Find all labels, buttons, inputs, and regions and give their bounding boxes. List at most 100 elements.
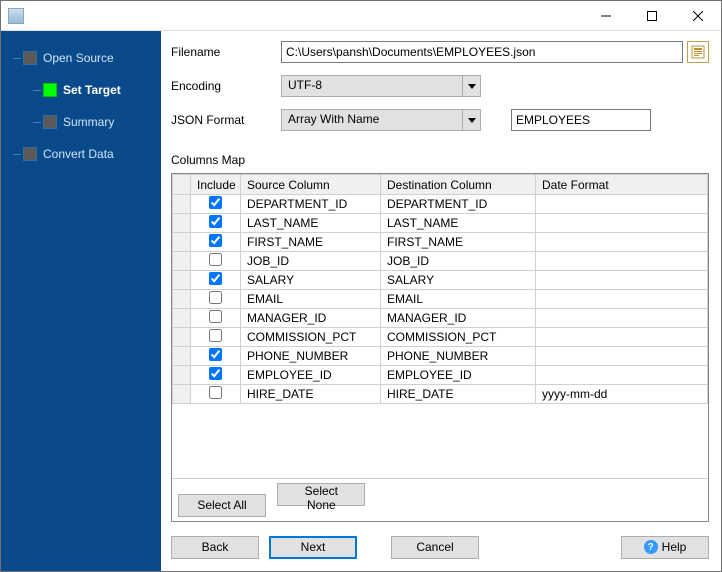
datefmt-cell[interactable]: yyyy-mm-dd <box>536 385 708 404</box>
help-label: Help <box>662 540 687 554</box>
include-checkbox[interactable] <box>209 234 222 247</box>
encoding-label: Encoding <box>171 79 281 93</box>
sidebar-item[interactable]: Set Target <box>13 77 161 103</box>
dest-cell[interactable]: HIRE_DATE <box>381 385 536 404</box>
sidebar-item[interactable]: Open Source <box>13 45 161 71</box>
row-selector[interactable] <box>173 252 191 271</box>
select-none-button[interactable]: Select None <box>277 483 365 506</box>
dest-cell[interactable]: JOB_ID <box>381 252 536 271</box>
sidebar-item-label: Set Target <box>63 83 121 97</box>
step-box-icon <box>43 83 57 97</box>
source-cell[interactable]: HIRE_DATE <box>241 385 381 404</box>
include-checkbox[interactable] <box>209 291 222 304</box>
include-checkbox[interactable] <box>209 272 222 285</box>
dest-cell[interactable]: PHONE_NUMBER <box>381 347 536 366</box>
table-row: HIRE_DATEHIRE_DATEyyyy-mm-dd <box>173 385 708 404</box>
chevron-down-icon <box>462 76 480 96</box>
row-selector[interactable] <box>173 347 191 366</box>
row-selector[interactable] <box>173 214 191 233</box>
source-cell[interactable]: FIRST_NAME <box>241 233 381 252</box>
browse-button[interactable] <box>687 41 709 63</box>
row-selector[interactable] <box>173 233 191 252</box>
wizard-step-sidebar: Open Source Set Target Summary Convert Data <box>1 31 161 571</box>
dest-cell[interactable]: COMMISSION_PCT <box>381 328 536 347</box>
row-selector[interactable] <box>173 385 191 404</box>
help-button[interactable]: ? Help <box>621 536 709 559</box>
main-panel: Filename Encoding UTF-8 JSON Format Arra… <box>161 31 721 571</box>
datefmt-cell[interactable] <box>536 328 708 347</box>
table-row: MANAGER_IDMANAGER_ID <box>173 309 708 328</box>
include-checkbox[interactable] <box>209 196 222 209</box>
encoding-select[interactable]: UTF-8 <box>281 75 481 97</box>
source-cell[interactable]: SALARY <box>241 271 381 290</box>
include-header[interactable]: Include <box>191 175 241 195</box>
datefmt-cell[interactable] <box>536 271 708 290</box>
table-row: DEPARTMENT_IDDEPARTMENT_ID <box>173 195 708 214</box>
browse-icon <box>691 45 705 59</box>
source-cell[interactable]: PHONE_NUMBER <box>241 347 381 366</box>
table-row: JOB_IDJOB_ID <box>173 252 708 271</box>
cancel-button[interactable]: Cancel <box>391 536 479 559</box>
sidebar-item[interactable]: Convert Data <box>13 141 161 167</box>
table-row: SALARYSALARY <box>173 271 708 290</box>
dest-cell[interactable]: FIRST_NAME <box>381 233 536 252</box>
include-checkbox[interactable] <box>209 367 222 380</box>
source-cell[interactable]: COMMISSION_PCT <box>241 328 381 347</box>
include-checkbox[interactable] <box>209 329 222 342</box>
source-cell[interactable]: EMAIL <box>241 290 381 309</box>
include-checkbox[interactable] <box>209 310 222 323</box>
close-button[interactable] <box>675 1 721 31</box>
sidebar-item[interactable]: Summary <box>13 109 161 135</box>
row-selector[interactable] <box>173 328 191 347</box>
datefmt-cell[interactable] <box>536 214 708 233</box>
row-selector[interactable] <box>173 271 191 290</box>
dest-cell[interactable]: LAST_NAME <box>381 214 536 233</box>
source-header[interactable]: Source Column <box>241 175 381 195</box>
json-format-label: JSON Format <box>171 113 281 127</box>
dest-cell[interactable]: DEPARTMENT_ID <box>381 195 536 214</box>
datefmt-cell[interactable] <box>536 195 708 214</box>
sidebar-item-label: Open Source <box>43 51 114 65</box>
datefmt-cell[interactable] <box>536 233 708 252</box>
table-row: FIRST_NAMEFIRST_NAME <box>173 233 708 252</box>
datefmt-cell[interactable] <box>536 347 708 366</box>
dest-cell[interactable]: MANAGER_ID <box>381 309 536 328</box>
dest-cell[interactable]: SALARY <box>381 271 536 290</box>
datefmt-header[interactable]: Date Format <box>536 175 708 195</box>
wizard-window: Open Source Set Target Summary Convert Data… <box>0 0 722 572</box>
step-box-icon <box>23 51 37 65</box>
table-row: COMMISSION_PCTCOMMISSION_PCT <box>173 328 708 347</box>
include-checkbox[interactable] <box>209 215 222 228</box>
minimize-button[interactable] <box>583 1 629 31</box>
datefmt-cell[interactable] <box>536 252 708 271</box>
sidebar-item-label: Summary <box>63 115 114 129</box>
dest-header[interactable]: Destination Column <box>381 175 536 195</box>
json-format-select[interactable]: Array With Name <box>281 109 481 131</box>
datefmt-cell[interactable] <box>536 366 708 385</box>
dest-cell[interactable]: EMPLOYEE_ID <box>381 366 536 385</box>
datefmt-cell[interactable] <box>536 309 708 328</box>
include-checkbox[interactable] <box>209 386 222 399</box>
source-cell[interactable]: LAST_NAME <box>241 214 381 233</box>
table-row: EMAILEMAIL <box>173 290 708 309</box>
source-cell[interactable]: MANAGER_ID <box>241 309 381 328</box>
filename-input[interactable] <box>281 41 683 63</box>
json-name-input[interactable] <box>511 109 651 131</box>
maximize-button[interactable] <box>629 1 675 31</box>
source-cell[interactable]: EMPLOYEE_ID <box>241 366 381 385</box>
back-button[interactable]: Back <box>171 536 259 559</box>
row-selector[interactable] <box>173 366 191 385</box>
include-checkbox[interactable] <box>209 348 222 361</box>
row-selector[interactable] <box>173 290 191 309</box>
source-cell[interactable]: DEPARTMENT_ID <box>241 195 381 214</box>
next-button[interactable]: Next <box>269 536 357 559</box>
dest-cell[interactable]: EMAIL <box>381 290 536 309</box>
row-selector[interactable] <box>173 309 191 328</box>
row-selector[interactable] <box>173 195 191 214</box>
include-checkbox[interactable] <box>209 253 222 266</box>
chevron-down-icon <box>462 110 480 130</box>
source-cell[interactable]: JOB_ID <box>241 252 381 271</box>
select-all-button[interactable]: Select All <box>178 494 266 517</box>
titlebar <box>1 1 721 31</box>
datefmt-cell[interactable] <box>536 290 708 309</box>
